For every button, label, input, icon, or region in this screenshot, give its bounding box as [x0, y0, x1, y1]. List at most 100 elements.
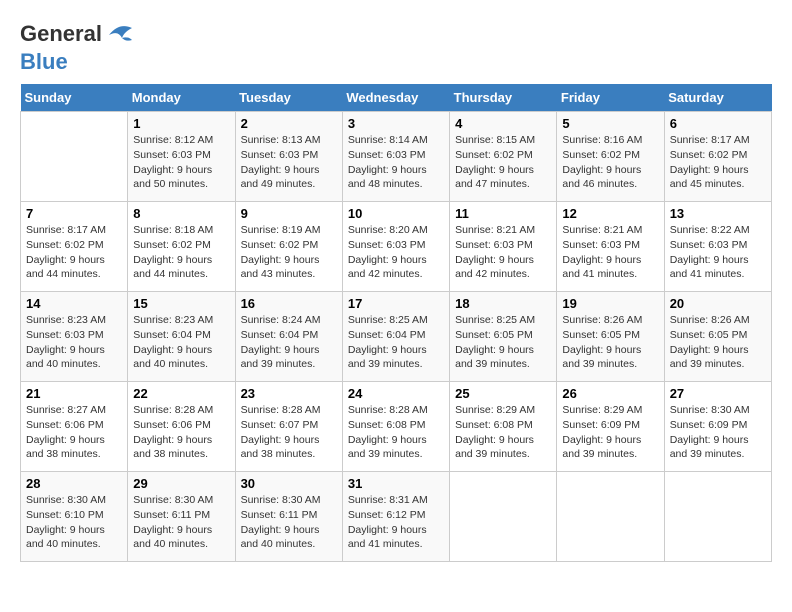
day-cell: 6 Sunrise: 8:17 AM Sunset: 6:02 PM Daylig…: [664, 112, 771, 202]
header-day-thursday: Thursday: [450, 84, 557, 112]
day-number: 23: [241, 386, 337, 401]
logo: General Blue: [20, 20, 134, 74]
day-cell: 7 Sunrise: 8:17 AM Sunset: 6:02 PM Daylig…: [21, 202, 128, 292]
day-info: Sunrise: 8:24 AM Sunset: 6:04 PM Dayligh…: [241, 313, 337, 372]
day-number: 3: [348, 116, 444, 131]
day-cell: 14 Sunrise: 8:23 AM Sunset: 6:03 PM Dayli…: [21, 292, 128, 382]
day-info: Sunrise: 8:22 AM Sunset: 6:03 PM Dayligh…: [670, 223, 766, 282]
day-cell: 15 Sunrise: 8:23 AM Sunset: 6:04 PM Dayli…: [128, 292, 235, 382]
day-info: Sunrise: 8:28 AM Sunset: 6:07 PM Dayligh…: [241, 403, 337, 462]
day-info: Sunrise: 8:15 AM Sunset: 6:02 PM Dayligh…: [455, 133, 551, 192]
day-number: 21: [26, 386, 122, 401]
day-number: 24: [348, 386, 444, 401]
day-number: 27: [670, 386, 766, 401]
logo-blue: Blue: [20, 49, 68, 74]
day-cell: 23 Sunrise: 8:28 AM Sunset: 6:07 PM Dayli…: [235, 382, 342, 472]
day-number: 7: [26, 206, 122, 221]
day-cell: 30Sunrise: 8:30 AM Sunset: 6:11 PM Dayli…: [235, 472, 342, 562]
day-info: Sunrise: 8:30 AM Sunset: 6:09 PM Dayligh…: [670, 403, 766, 462]
day-info: Sunrise: 8:26 AM Sunset: 6:05 PM Dayligh…: [670, 313, 766, 372]
week-row-2: 7 Sunrise: 8:17 AM Sunset: 6:02 PM Daylig…: [21, 202, 772, 292]
day-cell: 26 Sunrise: 8:29 AM Sunset: 6:09 PM Dayli…: [557, 382, 664, 472]
day-cell: 25Sunrise: 8:29 AM Sunset: 6:08 PM Dayli…: [450, 382, 557, 472]
day-number: 5: [562, 116, 658, 131]
day-number: 10: [348, 206, 444, 221]
day-cell: 4 Sunrise: 8:15 AM Sunset: 6:02 PM Daylig…: [450, 112, 557, 202]
day-info: Sunrise: 8:17 AM Sunset: 6:02 PM Dayligh…: [26, 223, 122, 282]
day-cell: [21, 112, 128, 202]
header-day-friday: Friday: [557, 84, 664, 112]
day-info: Sunrise: 8:13 AM Sunset: 6:03 PM Dayligh…: [241, 133, 337, 192]
day-cell: 13 Sunrise: 8:22 AM Sunset: 6:03 PM Dayli…: [664, 202, 771, 292]
day-cell: [450, 472, 557, 562]
day-cell: 31 Sunrise: 8:31 AM Sunset: 6:12 PM Dayli…: [342, 472, 449, 562]
header-day-tuesday: Tuesday: [235, 84, 342, 112]
day-number: 4: [455, 116, 551, 131]
day-cell: 20Sunrise: 8:26 AM Sunset: 6:05 PM Dayli…: [664, 292, 771, 382]
page-header: General Blue: [20, 20, 772, 74]
day-info: Sunrise: 8:16 AM Sunset: 6:02 PM Dayligh…: [562, 133, 658, 192]
day-cell: 10 Sunrise: 8:20 AM Sunset: 6:03 PM Dayli…: [342, 202, 449, 292]
day-cell: 5 Sunrise: 8:16 AM Sunset: 6:02 PM Daylig…: [557, 112, 664, 202]
day-number: 18: [455, 296, 551, 311]
week-row-1: 1 Sunrise: 8:12 AM Sunset: 6:03 PM Daylig…: [21, 112, 772, 202]
day-info: Sunrise: 8:20 AM Sunset: 6:03 PM Dayligh…: [348, 223, 444, 282]
day-number: 19: [562, 296, 658, 311]
day-number: 12: [562, 206, 658, 221]
day-cell: 27 Sunrise: 8:30 AM Sunset: 6:09 PM Dayli…: [664, 382, 771, 472]
day-cell: 16Sunrise: 8:24 AM Sunset: 6:04 PM Dayli…: [235, 292, 342, 382]
day-number: 1: [133, 116, 229, 131]
day-cell: 22Sunrise: 8:28 AM Sunset: 6:06 PM Dayli…: [128, 382, 235, 472]
day-info: Sunrise: 8:30 AM Sunset: 6:10 PM Dayligh…: [26, 493, 122, 552]
day-cell: 24 Sunrise: 8:28 AM Sunset: 6:08 PM Dayli…: [342, 382, 449, 472]
day-cell: 2 Sunrise: 8:13 AM Sunset: 6:03 PM Daylig…: [235, 112, 342, 202]
day-cell: 29 Sunrise: 8:30 AM Sunset: 6:11 PM Dayli…: [128, 472, 235, 562]
header-day-sunday: Sunday: [21, 84, 128, 112]
day-number: 9: [241, 206, 337, 221]
week-row-3: 14 Sunrise: 8:23 AM Sunset: 6:03 PM Dayli…: [21, 292, 772, 382]
day-cell: 17Sunrise: 8:25 AM Sunset: 6:04 PM Dayli…: [342, 292, 449, 382]
day-cell: 3Sunrise: 8:14 AM Sunset: 6:03 PM Daylig…: [342, 112, 449, 202]
day-number: 6: [670, 116, 766, 131]
calendar-table: SundayMondayTuesdayWednesdayThursdayFrid…: [20, 84, 772, 562]
day-info: Sunrise: 8:19 AM Sunset: 6:02 PM Dayligh…: [241, 223, 337, 282]
week-row-5: 28 Sunrise: 8:30 AM Sunset: 6:10 PM Dayli…: [21, 472, 772, 562]
day-cell: [664, 472, 771, 562]
day-number: 13: [670, 206, 766, 221]
header-day-saturday: Saturday: [664, 84, 771, 112]
day-info: Sunrise: 8:23 AM Sunset: 6:03 PM Dayligh…: [26, 313, 122, 372]
day-number: 25: [455, 386, 551, 401]
day-info: Sunrise: 8:29 AM Sunset: 6:09 PM Dayligh…: [562, 403, 658, 462]
day-info: Sunrise: 8:31 AM Sunset: 6:12 PM Dayligh…: [348, 493, 444, 552]
day-number: 2: [241, 116, 337, 131]
day-info: Sunrise: 8:23 AM Sunset: 6:04 PM Dayligh…: [133, 313, 229, 372]
day-info: Sunrise: 8:21 AM Sunset: 6:03 PM Dayligh…: [455, 223, 551, 282]
day-cell: 12 Sunrise: 8:21 AM Sunset: 6:03 PM Dayli…: [557, 202, 664, 292]
header-day-wednesday: Wednesday: [342, 84, 449, 112]
header-day-monday: Monday: [128, 84, 235, 112]
day-cell: [557, 472, 664, 562]
day-info: Sunrise: 8:28 AM Sunset: 6:08 PM Dayligh…: [348, 403, 444, 462]
day-info: Sunrise: 8:21 AM Sunset: 6:03 PM Dayligh…: [562, 223, 658, 282]
day-number: 17: [348, 296, 444, 311]
day-info: Sunrise: 8:17 AM Sunset: 6:02 PM Dayligh…: [670, 133, 766, 192]
day-number: 29: [133, 476, 229, 491]
day-info: Sunrise: 8:30 AM Sunset: 6:11 PM Dayligh…: [241, 493, 337, 552]
day-info: Sunrise: 8:26 AM Sunset: 6:05 PM Dayligh…: [562, 313, 658, 372]
day-info: Sunrise: 8:12 AM Sunset: 6:03 PM Dayligh…: [133, 133, 229, 192]
day-info: Sunrise: 8:18 AM Sunset: 6:02 PM Dayligh…: [133, 223, 229, 282]
day-cell: 21Sunrise: 8:27 AM Sunset: 6:06 PM Dayli…: [21, 382, 128, 472]
day-number: 28: [26, 476, 122, 491]
day-cell: 8 Sunrise: 8:18 AM Sunset: 6:02 PM Daylig…: [128, 202, 235, 292]
day-number: 31: [348, 476, 444, 491]
day-number: 15: [133, 296, 229, 311]
logo-general: General: [20, 21, 102, 46]
day-number: 8: [133, 206, 229, 221]
day-info: Sunrise: 8:25 AM Sunset: 6:05 PM Dayligh…: [455, 313, 551, 372]
day-cell: 9 Sunrise: 8:19 AM Sunset: 6:02 PM Daylig…: [235, 202, 342, 292]
day-info: Sunrise: 8:30 AM Sunset: 6:11 PM Dayligh…: [133, 493, 229, 552]
day-number: 14: [26, 296, 122, 311]
day-number: 26: [562, 386, 658, 401]
logo-bird-icon: [104, 20, 134, 50]
day-cell: 18 Sunrise: 8:25 AM Sunset: 6:05 PM Dayli…: [450, 292, 557, 382]
